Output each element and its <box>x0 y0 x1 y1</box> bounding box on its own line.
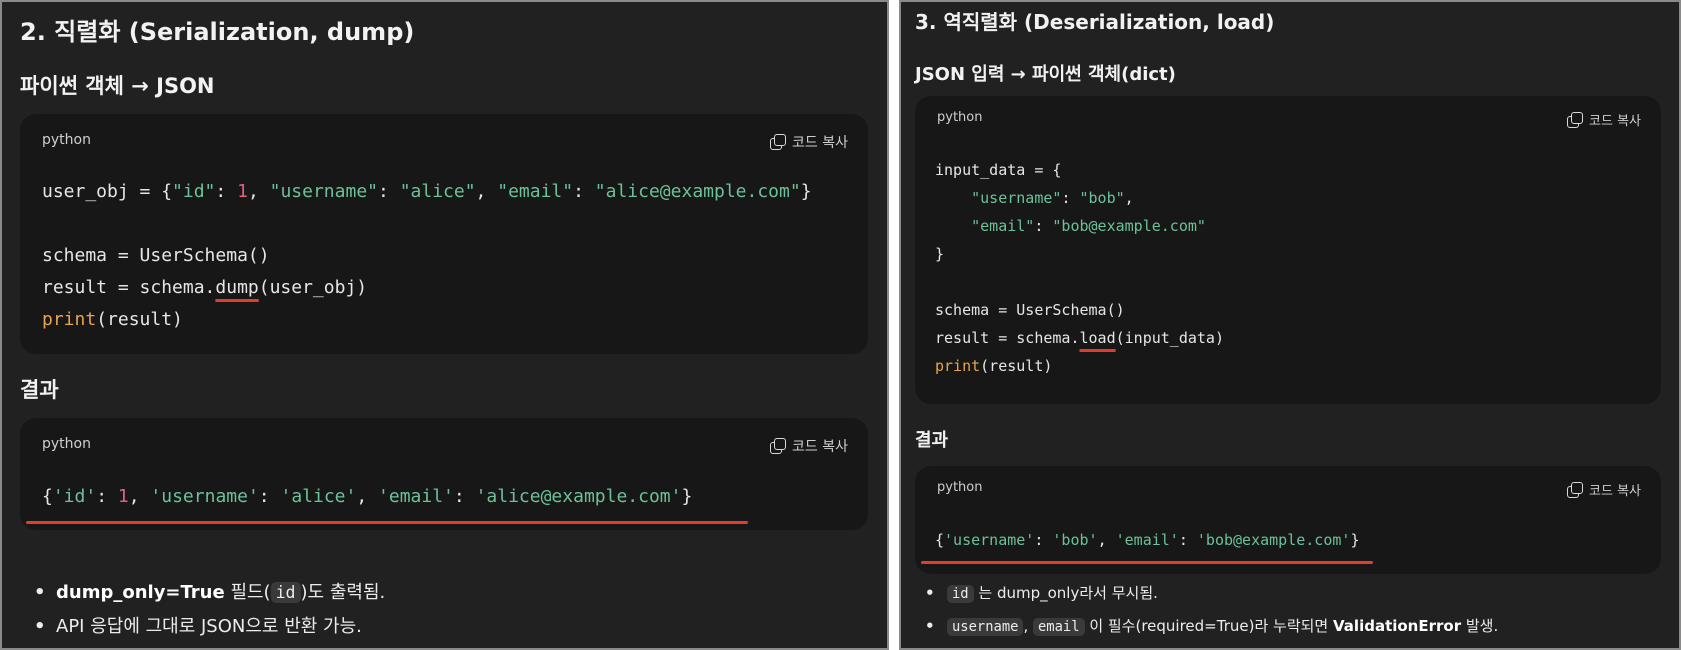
list-item: dump_only=True 필드(id)도 출력됨. <box>24 578 385 612</box>
right-panel: 3. 역직렬화 (Deserialization, load) JSON 입력 … <box>899 0 1681 650</box>
code-content: {'username': 'bob', 'email': 'bob@exampl… <box>935 528 1359 552</box>
code-line: } <box>935 245 945 263</box>
code-language-label: python <box>42 132 91 148</box>
copy-code-label: 코드 복사 <box>1589 114 1641 129</box>
copy-icon <box>1567 481 1584 498</box>
copy-code-button[interactable]: 코드 복사 <box>770 436 848 456</box>
copy-code-button[interactable]: 코드 복사 <box>770 132 848 152</box>
copy-code-button[interactable]: 코드 복사 <box>1567 110 1641 129</box>
code-line: result = schema.load(input_data) <box>935 329 1224 347</box>
code-line: "username": "bob", <box>971 189 1134 207</box>
code-line: input_data = { <box>935 161 1062 179</box>
code-content: user_obj = {"id": 1, "username": "alice"… <box>42 176 812 336</box>
bullet-list: id 는 dump_only라서 무시됨. username, email 이 … <box>915 579 1498 645</box>
code-line: schema = UserSchema() <box>935 301 1125 319</box>
code-language-label: python <box>937 110 983 125</box>
code-content: {'id': 1, 'username': 'alice', 'email': … <box>42 484 692 510</box>
code-line: "email": "bob@example.com" <box>971 217 1206 235</box>
copy-code-label: 코드 복사 <box>1589 484 1641 499</box>
code-block: python 코드 복사 user_obj = {"id": 1, "usern… <box>20 114 868 354</box>
copy-icon <box>770 438 787 454</box>
code-block-header: python 코드 복사 <box>42 436 848 456</box>
section-title: 2. 직렬화 (Serialization, dump) <box>20 18 415 46</box>
code-line: result = schema.dump(user_obj) <box>42 277 368 298</box>
red-underline-annotation <box>921 561 1373 564</box>
result-heading: 결과 <box>20 378 59 402</box>
code-line: {'username': 'bob', 'email': 'bob@exampl… <box>935 531 1360 549</box>
list-item: API 응답에 그대로 JSON으로 반환 가능. <box>24 612 385 646</box>
copy-code-label: 코드 복사 <box>792 135 848 151</box>
code-block-header: python 코드 복사 <box>937 110 1641 130</box>
code-line: {'id': 1, 'username': 'alice', 'email': … <box>42 486 693 507</box>
red-underline-annotation <box>26 521 748 524</box>
code-line: print(result) <box>935 357 1053 375</box>
code-language-label: python <box>937 480 983 495</box>
copy-code-label: 코드 복사 <box>792 439 848 455</box>
section-subtitle: JSON 입력 → 파이썬 객체(dict) <box>915 64 1176 85</box>
section-title: 3. 역직렬화 (Deserialization, load) <box>915 10 1275 34</box>
code-line: user_obj = {"id": 1, "username": "alice"… <box>42 181 812 202</box>
result-code-block: python 코드 복사 {'id': 1, 'username': 'alic… <box>20 418 868 530</box>
list-item: username, email 이 필수(required=True)라 누락되… <box>915 612 1498 645</box>
code-line: print(result) <box>42 309 183 330</box>
inline-code: email <box>1033 618 1085 636</box>
section-subtitle: 파이썬 객체 → JSON <box>20 74 215 98</box>
copy-code-button[interactable]: 코드 복사 <box>1567 480 1641 499</box>
left-panel: 2. 직렬화 (Serialization, dump) 파이썬 객체 → JS… <box>0 0 889 650</box>
code-block-header: python 코드 복사 <box>937 480 1641 500</box>
load-method-highlight: load <box>1079 329 1116 347</box>
code-block-header: python 코드 복사 <box>42 132 848 152</box>
code-line: schema = UserSchema() <box>42 245 270 266</box>
copy-icon <box>770 134 787 150</box>
list-item: id 는 dump_only라서 무시됨. <box>915 579 1498 612</box>
bullet-list: dump_only=True 필드(id)도 출력됨. API 응답에 그대로 … <box>24 578 385 646</box>
copy-icon <box>1567 111 1584 128</box>
result-heading: 결과 <box>915 430 949 451</box>
dump-method-highlight: dump <box>215 277 259 298</box>
result-code-block: python 코드 복사 {'username': 'bob', 'email'… <box>915 466 1661 574</box>
code-language-label: python <box>42 436 91 452</box>
code-block: python 코드 복사 input_data = { "username": … <box>915 96 1661 404</box>
inline-code: id <box>947 585 974 603</box>
inline-code: id <box>270 582 301 603</box>
code-content: input_data = { "username": "bob", "email… <box>935 156 1224 380</box>
inline-code: username <box>947 618 1024 636</box>
